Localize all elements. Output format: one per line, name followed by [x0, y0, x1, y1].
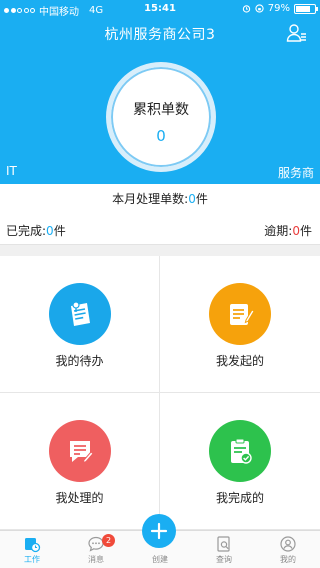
icon-circle [49, 420, 111, 482]
tab-work[interactable]: 工作 [0, 535, 64, 565]
message-badge: 2 [102, 534, 115, 547]
total-orders-circle: 累积单数 0 [106, 62, 216, 172]
icon-circle [209, 420, 271, 482]
create-button[interactable] [142, 514, 176, 548]
overdue-stat: 逾期:0件 [264, 222, 312, 239]
page-title: 杭州服务商公司3 [104, 27, 216, 43]
profile-button[interactable] [286, 22, 308, 44]
month-summary: 本月处理单数:0件 [0, 190, 320, 210]
my-handled-tile[interactable]: 我处理的 [0, 393, 160, 530]
month-unit: 件 [195, 192, 208, 206]
section-divider [0, 244, 320, 256]
status-right: 79% [242, 3, 318, 14]
battery-icon [294, 3, 318, 14]
overdue-count: 0 [292, 224, 300, 238]
title-bar: 杭州服务商公司3 [0, 22, 320, 46]
battery-percent: 79% [267, 3, 290, 14]
user-list-icon [286, 24, 306, 42]
tab-query[interactable]: 查询 [192, 535, 256, 565]
role-tag: 服务商 [277, 166, 314, 180]
icon-circle [49, 283, 111, 345]
my-initiated-label: 我发起的 [215, 354, 264, 368]
completed-unit: 件 [53, 224, 66, 238]
alarm-icon [242, 5, 250, 13]
total-orders-label: 累积单数 [133, 102, 189, 118]
plus-icon [150, 522, 168, 540]
tab-query-label: 查询 [216, 555, 232, 564]
tab-messages-label: 消息 [88, 555, 104, 564]
work-icon [25, 538, 41, 553]
my-completed-label: 我完成的 [215, 491, 264, 505]
my-handled-label: 我处理的 [55, 491, 104, 505]
overdue-label: 逾期: [264, 224, 293, 238]
tab-profile-label: 我的 [280, 555, 296, 564]
rotation-lock-icon [255, 4, 264, 13]
status-bar: 中国移动 4G 15:41 79% [0, 0, 320, 18]
month-label: 本月处理单数: [112, 192, 189, 206]
completed-stat: 已完成:0件 [6, 222, 66, 239]
total-orders-value: 0 [156, 127, 166, 145]
category-tag: IT [6, 164, 17, 178]
month-count: 0 [188, 192, 196, 206]
function-grid: 我的待办 我发起的 我处理的 我完成的 [0, 256, 320, 530]
my-initiated-tile[interactable]: 我发起的 [160, 256, 320, 393]
my-todo-tile[interactable]: 我的待办 [0, 256, 160, 393]
clipboard-check-icon [231, 438, 252, 464]
tab-create-label: 创建 [152, 555, 168, 564]
tab-work-label: 工作 [24, 555, 40, 564]
chat-pencil-icon [70, 441, 94, 464]
my-completed-tile[interactable]: 我完成的 [160, 393, 320, 530]
completed-count: 0 [46, 224, 54, 238]
search-doc-icon [217, 536, 230, 552]
tab-messages[interactable]: 消息 [64, 535, 128, 565]
icon-circle [209, 283, 271, 345]
tab-profile[interactable]: 我的 [256, 535, 320, 565]
overdue-unit: 件 [299, 224, 312, 238]
edit-list-icon [230, 304, 255, 325]
clipboard-pin-icon [71, 301, 90, 326]
header: 中国移动 4G 15:41 79% 杭州服务商公司3 累积单数 0 IT 服务商 [0, 0, 320, 184]
my-todo-label: 我的待办 [55, 354, 104, 368]
user-icon [280, 536, 296, 552]
completed-label: 已完成: [6, 224, 47, 238]
